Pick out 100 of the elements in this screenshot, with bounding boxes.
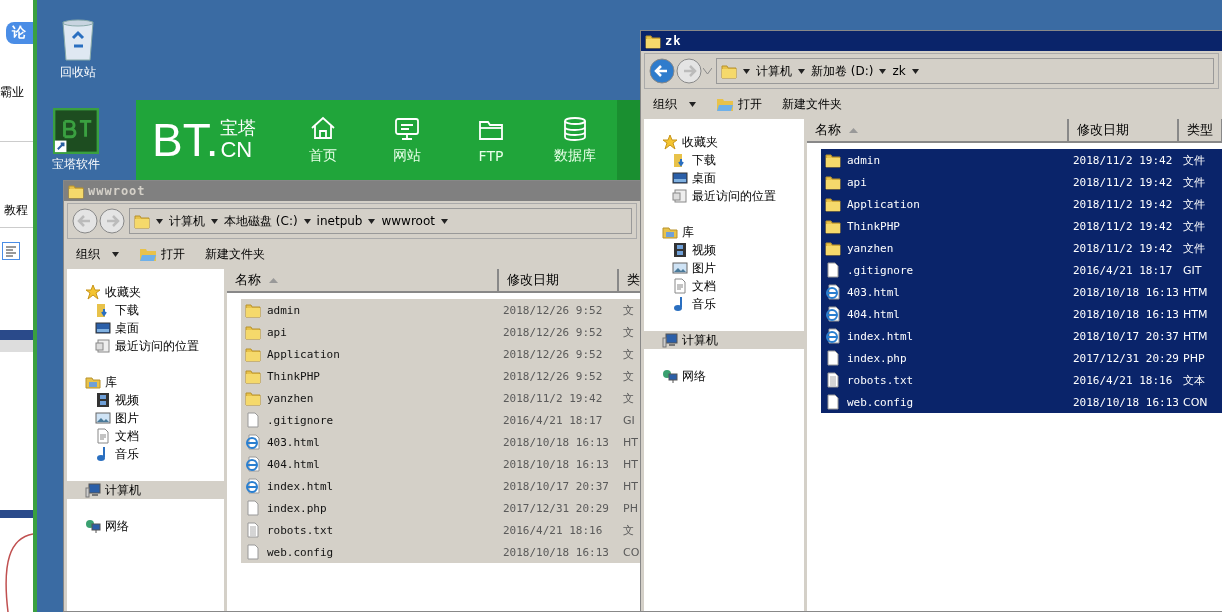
- nav-item[interactable]: 库: [67, 373, 224, 391]
- nav-item[interactable]: 网络: [67, 517, 224, 535]
- sort-icon: [849, 127, 858, 133]
- network-icon: [85, 518, 101, 534]
- modified-date: 2016/4/21 18:17: [1073, 263, 1173, 277]
- file-row[interactable]: 404.html 2018/10/18 16:13 HT: [241, 453, 640, 475]
- breadcrumb-item[interactable]: 本地磁盘 (C:): [224, 212, 298, 230]
- caret-icon[interactable]: [156, 218, 163, 224]
- align-icon[interactable]: [2, 242, 20, 260]
- logo-text: BT.: [152, 117, 219, 163]
- file-name: ThinkPHP: [847, 219, 900, 233]
- nav-item[interactable]: 图片: [67, 409, 224, 427]
- nav-item[interactable]: 收藏夹: [644, 133, 804, 151]
- file-row[interactable]: robots.txt 2016/4/21 18:16 文本: [821, 369, 1222, 391]
- breadcrumb-item[interactable]: wwwroot: [381, 214, 435, 228]
- file-row[interactable]: .gitignore 2016/4/21 18:17 GI: [241, 409, 640, 431]
- toolbar-button[interactable]: 组织: [653, 95, 696, 113]
- file-row[interactable]: 404.html 2018/10/18 16:13 HTM: [821, 303, 1222, 325]
- nav-item[interactable]: 库: [644, 223, 804, 241]
- forward-button[interactable]: [676, 58, 702, 84]
- file-row[interactable]: ThinkPHP 2018/11/2 19:42 文件: [821, 215, 1222, 237]
- nav-item[interactable]: 文档: [644, 277, 804, 295]
- file-row[interactable]: api 2018/11/2 19:42 文件: [821, 171, 1222, 193]
- recycle-bin-icon[interactable]: [60, 18, 96, 62]
- address-bar[interactable]: 计算机 新加卷 (D:) zk: [716, 58, 1214, 84]
- file-row[interactable]: index.php 2017/12/31 20:29 PH: [241, 497, 640, 519]
- toolbar-button[interactable]: 新建文件夹: [782, 95, 842, 113]
- nav-item[interactable]: 网络: [644, 367, 804, 385]
- column-header[interactable]: 类型: [1179, 119, 1222, 141]
- file-row[interactable]: 403.html 2018/10/18 16:13 HT: [241, 431, 640, 453]
- caret-icon[interactable]: [303, 218, 311, 224]
- file-row[interactable]: robots.txt 2016/4/21 18:16 文: [241, 519, 640, 541]
- breadcrumb-item[interactable]: 新加卷 (D:): [811, 62, 874, 80]
- file-row[interactable]: api 2018/12/26 9:52 文: [241, 321, 640, 343]
- caret-icon[interactable]: [368, 218, 376, 224]
- menu-text: 教程: [3, 202, 29, 219]
- nav-item[interactable]: 下载: [67, 301, 224, 319]
- nav-item[interactable]: 文档: [67, 427, 224, 445]
- nav-item[interactable]: 计算机: [67, 481, 224, 499]
- caret-icon[interactable]: [689, 101, 696, 107]
- caret-icon[interactable]: [441, 218, 448, 224]
- toolbar-button[interactable]: 打开: [139, 245, 185, 263]
- web-page-icon: [245, 478, 261, 494]
- toolbar-button[interactable]: 新建文件夹: [205, 245, 265, 263]
- file-row[interactable]: yanzhen 2018/11/2 19:42 文: [241, 387, 640, 409]
- file-row[interactable]: Application 2018/11/2 19:42 文件: [821, 193, 1222, 215]
- modified-date: 2018/11/2 19:42: [1073, 175, 1173, 189]
- toolbar-button[interactable]: 组织: [76, 245, 119, 263]
- caret-icon[interactable]: [211, 218, 218, 224]
- file-icon: [825, 262, 841, 278]
- nav-item[interactable]: 图片: [644, 259, 804, 277]
- caret-icon[interactable]: [911, 68, 919, 74]
- file-row[interactable]: admin 2018/11/2 19:42 文件: [821, 149, 1222, 171]
- column-header[interactable]: 名称: [227, 269, 499, 291]
- back-button[interactable]: [649, 58, 675, 84]
- breadcrumb-item[interactable]: zk: [892, 64, 906, 78]
- nav-item[interactable]: 视频: [644, 241, 804, 259]
- nav-item[interactable]: 桌面: [67, 319, 224, 337]
- file-row[interactable]: index.html 2018/10/17 20:37 HT: [241, 475, 640, 497]
- nav-item[interactable]: 收藏夹: [67, 283, 224, 301]
- nav-item[interactable]: 下载: [644, 151, 804, 169]
- file-row[interactable]: 403.html 2018/10/18 16:13 HTM: [821, 281, 1222, 303]
- file-row[interactable]: index.html 2018/10/17 20:37 HTM: [821, 325, 1222, 347]
- modified-date: 2018/10/18 16:13: [1073, 307, 1179, 321]
- nav-item[interactable]: 最近访问的位置: [67, 337, 224, 355]
- breadcrumb-item[interactable]: inetpub: [316, 214, 363, 228]
- file-row[interactable]: web.config 2018/10/18 16:13 CON: [821, 391, 1222, 413]
- caret-icon[interactable]: [743, 68, 750, 74]
- caret-icon[interactable]: [879, 68, 887, 74]
- file-type: 文: [623, 368, 634, 384]
- file-row[interactable]: ThinkPHP 2018/12/26 9:52 文: [241, 365, 640, 387]
- breadcrumb-item[interactable]: 计算机: [756, 62, 792, 80]
- file-name: .gitignore: [267, 413, 334, 427]
- toolbar-button[interactable]: 打开: [716, 95, 762, 113]
- modified-date: 2016/4/21 18:16: [503, 523, 603, 537]
- nav-item[interactable]: 视频: [67, 391, 224, 409]
- file-row[interactable]: .gitignore 2016/4/21 18:17 GIT: [821, 259, 1222, 281]
- modified-date: 2018/10/18 16:13: [503, 545, 609, 559]
- file-row[interactable]: index.php 2017/12/31 20:29 PHP: [821, 347, 1222, 369]
- nav-item[interactable]: 音乐: [67, 445, 224, 463]
- file-row[interactable]: yanzhen 2018/11/2 19:42 文件: [821, 237, 1222, 259]
- breadcrumb-item[interactable]: 计算机: [169, 212, 205, 230]
- caret-icon[interactable]: [798, 68, 805, 74]
- column-header[interactable]: 修改日期: [499, 269, 619, 291]
- file-row[interactable]: admin 2018/12/26 9:52 文: [241, 299, 640, 321]
- forward-button[interactable]: [99, 208, 125, 234]
- nav-item[interactable]: 计算机: [644, 331, 804, 349]
- file-row[interactable]: web.config 2018/10/18 16:13 CO: [241, 541, 640, 563]
- sort-icon: [269, 277, 278, 283]
- bt-app-icon[interactable]: [53, 108, 99, 154]
- nav-item[interactable]: 桌面: [644, 169, 804, 187]
- file-icon: [825, 394, 841, 410]
- nav-item[interactable]: 音乐: [644, 295, 804, 313]
- file-row[interactable]: Application 2018/12/26 9:52 文: [241, 343, 640, 365]
- logo-text: CN: [220, 137, 253, 161]
- column-header[interactable]: 名称: [807, 119, 1069, 141]
- address-bar[interactable]: 计算机 本地磁盘 (C:) inetpub wwwroot: [129, 208, 632, 234]
- column-header[interactable]: 修改日期: [1069, 119, 1179, 141]
- nav-item[interactable]: 最近访问的位置: [644, 187, 804, 205]
- caret-icon[interactable]: [112, 251, 119, 257]
